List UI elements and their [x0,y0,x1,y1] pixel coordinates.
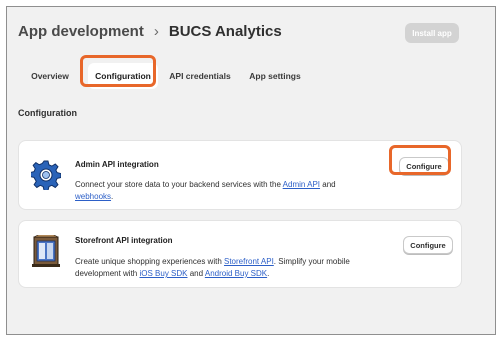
admin-api-card: Admin API integration Connect your store… [18,140,462,210]
admin-api-link[interactable]: Admin API [283,180,320,189]
app-frame: App development › BUCS Analytics Install… [6,6,496,335]
admin-configure-button[interactable]: Configure [399,157,449,175]
tab-bar: Overview Configuration API credentials A… [18,63,478,89]
storefront-api-description: Create unique shopping experiences with … [75,257,350,278]
admin-api-title: Admin API integration [75,160,159,169]
storefront-api-title: Storefront API integration [75,236,173,245]
section-title: Configuration [18,108,77,118]
page-title: BUCS Analytics [168,23,282,40]
tab-configuration[interactable]: Configuration [88,63,158,89]
tab-app-settings[interactable]: App settings [246,63,304,89]
storefront-api-card: Storefront API integration Create unique… [18,220,462,288]
breadcrumb-separator-icon: › [153,23,159,40]
storefront-icon [31,233,61,274]
android-buy-sdk-link[interactable]: Android Buy SDK [205,269,267,278]
tab-overview[interactable]: Overview [26,63,74,89]
install-app-button[interactable]: Install app [405,23,459,43]
ios-buy-sdk-link[interactable]: iOS Buy SDK [139,269,187,278]
breadcrumb-parent[interactable]: App development [18,23,144,40]
storefront-api-link[interactable]: Storefront API [224,257,274,266]
admin-api-description: Connect your store data to your backend … [75,180,336,201]
storefront-configure-button[interactable]: Configure [403,236,453,254]
gear-icon [29,160,62,195]
webhooks-link[interactable]: webhooks [75,192,111,201]
tab-api-credentials[interactable]: API credentials [166,63,234,89]
breadcrumb: App development › BUCS Analytics [18,23,282,40]
